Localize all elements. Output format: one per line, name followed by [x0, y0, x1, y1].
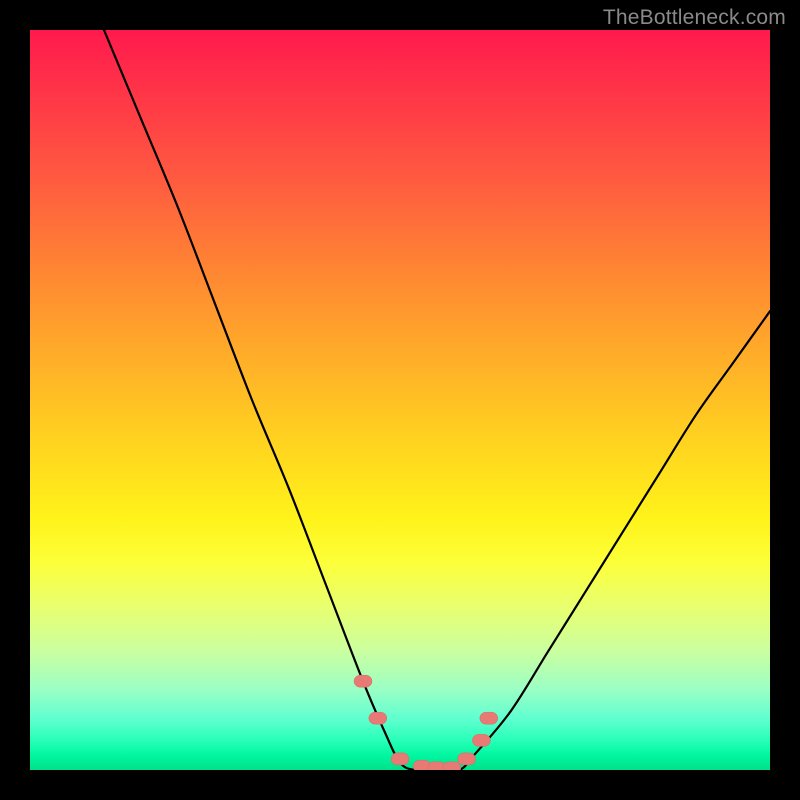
- chart-svg: [30, 30, 770, 770]
- optimum-marker: [391, 753, 409, 765]
- optimum-marker: [472, 734, 490, 746]
- watermark-text: TheBottleneck.com: [603, 6, 786, 30]
- optimum-marker: [369, 712, 387, 724]
- optimum-marker: [354, 675, 372, 687]
- plot-area: [30, 30, 770, 770]
- optimum-marker: [458, 753, 476, 765]
- optimum-markers: [354, 675, 498, 770]
- bottleneck-curve: [104, 30, 770, 770]
- optimum-marker: [480, 712, 498, 724]
- optimum-marker: [443, 762, 461, 770]
- chart-frame: TheBottleneck.com: [0, 0, 800, 800]
